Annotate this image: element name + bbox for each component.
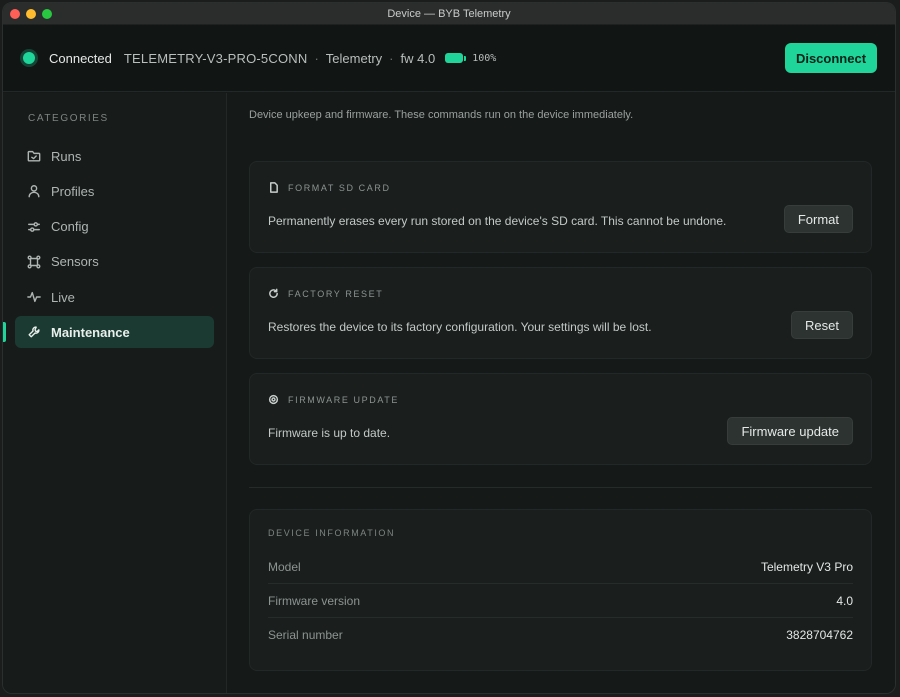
section-title-text: FORMAT SD CARD (288, 182, 391, 193)
disconnect-button[interactable]: Disconnect (785, 43, 877, 73)
sidebar-item-runs[interactable]: Runs (15, 140, 214, 172)
sidebar-item-label: Runs (51, 148, 82, 164)
sidebar-item-label: Live (51, 289, 75, 305)
info-key: Serial number (268, 628, 343, 642)
sliders-icon (27, 220, 41, 234)
factory-reset-section: FACTORY RESET Restores the device to its… (249, 267, 872, 359)
panel-description: Device upkeep and firmware. These comman… (249, 109, 634, 121)
section-description: Firmware is up to date. (268, 426, 391, 440)
maximize-window-button[interactable] (42, 8, 52, 19)
battery-fill (445, 53, 464, 63)
chip-icon (268, 394, 279, 405)
sidebar-item-profiles[interactable]: Profiles (15, 175, 214, 207)
device-mode: Telemetry (325, 50, 383, 66)
section-title: DEVICE INFORMATION (268, 528, 396, 538)
section-description: Restores the device to its factory confi… (268, 320, 652, 334)
folder-icon (27, 149, 41, 163)
sidebar: CATEGORIES Runs Profiles Config Sensors … (3, 93, 227, 693)
info-row-firmware-version: Firmware version 4.0 (268, 584, 853, 618)
sensors-icon (27, 255, 41, 269)
section-title-text: FACTORY RESET (288, 288, 384, 299)
format-sd-card-section: FORMAT SD CARD Permanently erases every … (249, 161, 872, 253)
minimize-window-button[interactable] (26, 8, 36, 19)
app-window: Device — BYB Telemetry Connected TELEMET… (2, 2, 896, 694)
info-row-serial-number: Serial number 3828704762 (268, 618, 853, 652)
sidebar-item-live[interactable]: Live (15, 281, 214, 313)
sidebar-item-label: Maintenance (51, 324, 130, 340)
sidebar-item-label: Profiles (51, 183, 95, 199)
reset-icon (269, 288, 278, 298)
window-controls (3, 8, 52, 19)
close-window-button[interactable] (10, 8, 20, 19)
section-description: Permanently erases every run stored on t… (268, 214, 727, 228)
info-row-model: Model Telemetry V3 Pro (268, 550, 853, 584)
device-header: Connected TELEMETRY-V3-PRO-5CONN · Telem… (3, 25, 895, 92)
activity-icon (27, 290, 41, 304)
sidebar-item-label: Config (51, 219, 89, 235)
firmware-update-button[interactable]: Firmware update (727, 417, 853, 445)
connection-status-icon (23, 52, 35, 64)
info-value: 3828704762 (786, 628, 853, 642)
sidebar-item-sensors[interactable]: Sensors (15, 246, 214, 278)
device-information-section: DEVICE INFORMATION Model Telemetry V3 Pr… (249, 509, 872, 671)
reset-button[interactable]: Reset (791, 311, 853, 339)
info-key: Firmware version (268, 593, 361, 608)
section-title: FIRMWARE UPDATE (268, 394, 399, 405)
maintenance-panel: Device upkeep and firmware. These comman… (227, 93, 895, 693)
sidebar-item-label: Sensors (51, 254, 99, 270)
section-title: FORMAT SD CARD (268, 182, 391, 193)
wrench-icon (27, 325, 41, 339)
sidebar-heading: CATEGORIES (28, 113, 109, 124)
window-title: Device — BYB Telemetry (387, 7, 511, 20)
firmware-update-section: FIRMWARE UPDATE Firmware is up to date. … (249, 373, 872, 465)
device-name: TELEMETRY-V3-PRO-5CONN (123, 50, 308, 66)
header-separator: · (314, 50, 319, 66)
firmware-badge: fw 4.0 (400, 50, 436, 66)
section-title-text: FIRMWARE UPDATE (288, 394, 399, 405)
info-key: Model (268, 559, 301, 574)
info-value: 4.0 (836, 593, 853, 608)
connection-status: Connected (49, 50, 112, 66)
sidebar-item-config[interactable]: Config (15, 211, 214, 243)
main-area: CATEGORIES Runs Profiles Config Sensors … (3, 93, 895, 693)
sidebar-item-maintenance[interactable]: Maintenance (3, 316, 214, 349)
battery-nub (464, 55, 467, 61)
sd-card-icon (270, 182, 278, 193)
info-value: Telemetry V3 Pro (760, 559, 853, 574)
section-title: FACTORY RESET (268, 288, 383, 299)
title-bar: Device — BYB Telemetry (3, 3, 895, 25)
user-icon (27, 184, 41, 198)
format-button[interactable]: Format (783, 205, 853, 233)
section-divider (249, 487, 872, 488)
battery-percent: 100% (472, 52, 497, 64)
battery-icon (445, 53, 467, 63)
header-separator: · (389, 50, 394, 66)
